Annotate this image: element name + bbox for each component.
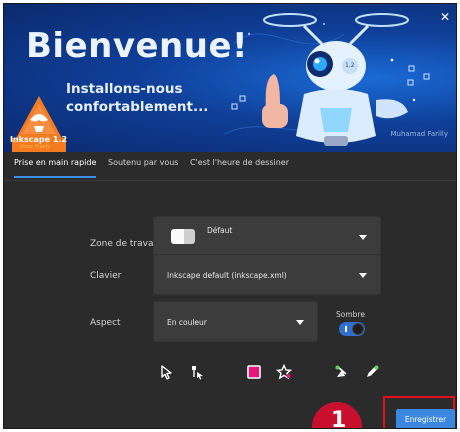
dark-mode-label: Sombre	[336, 310, 365, 319]
pen-tool-icon[interactable]	[364, 364, 380, 380]
step-annotation-number: 1	[331, 408, 347, 429]
workspace-label: Zone de travail	[90, 239, 159, 249]
cursor-arrow-icon[interactable]	[159, 364, 175, 380]
tab-heure-de-dessiner[interactable]: C'est l'heure de dessiner	[190, 158, 289, 176]
tab-bar: Prise en main rapide Soutenu par vous C'…	[4, 152, 456, 181]
chevron-down-icon	[359, 235, 367, 240]
chevron-down-icon	[296, 320, 304, 325]
node-cursor-icon[interactable]	[189, 364, 205, 380]
welcome-title: Bienvenue!	[26, 26, 249, 66]
tab-soutenu-par-vous[interactable]: Soutenu par vous	[108, 158, 178, 176]
keyboard-dropdown[interactable]: Inkscape default (inkscape.xml)	[153, 254, 381, 295]
pink-square-icon[interactable]	[246, 364, 262, 380]
star-polygon-icon[interactable]	[276, 364, 292, 380]
dark-mode-toggle[interactable]	[339, 322, 365, 336]
gradient-tool-icon[interactable]	[334, 364, 350, 380]
welcome-dialog: Bienvenue! Installons-nous confortableme…	[3, 3, 457, 429]
welcome-banner: Bienvenue! Installons-nous confortableme…	[4, 4, 456, 152]
logo-title: Inkscape 1.2	[10, 135, 68, 144]
keyboard-value: Inkscape default (inkscape.xml)	[167, 271, 287, 280]
aspect-dropdown[interactable]: En couleur	[153, 301, 318, 342]
robot-version-label: 1.2	[345, 62, 355, 69]
workspace-preview-icon	[171, 229, 195, 244]
save-button[interactable]: Enregistrer	[396, 409, 455, 428]
toggle-knob	[352, 323, 364, 335]
welcome-subtitle: Installons-nous confortablement...	[66, 81, 209, 115]
aspect-value: En couleur	[167, 318, 207, 327]
artwork-credit: Muhamad Farilly	[390, 130, 448, 138]
close-icon[interactable]: ✕	[438, 10, 452, 24]
workspace-dropdown[interactable]: Défaut	[153, 216, 381, 257]
aspect-label: Aspect	[90, 318, 121, 328]
chevron-down-icon	[359, 273, 367, 278]
toggle-on-mark	[345, 326, 347, 332]
workspace-value: Défaut	[207, 226, 233, 235]
keyboard-label: Clavier	[90, 271, 122, 281]
logo-tagline: Draw Freely	[20, 144, 51, 150]
tab-prise-en-main[interactable]: Prise en main rapide	[14, 158, 97, 178]
